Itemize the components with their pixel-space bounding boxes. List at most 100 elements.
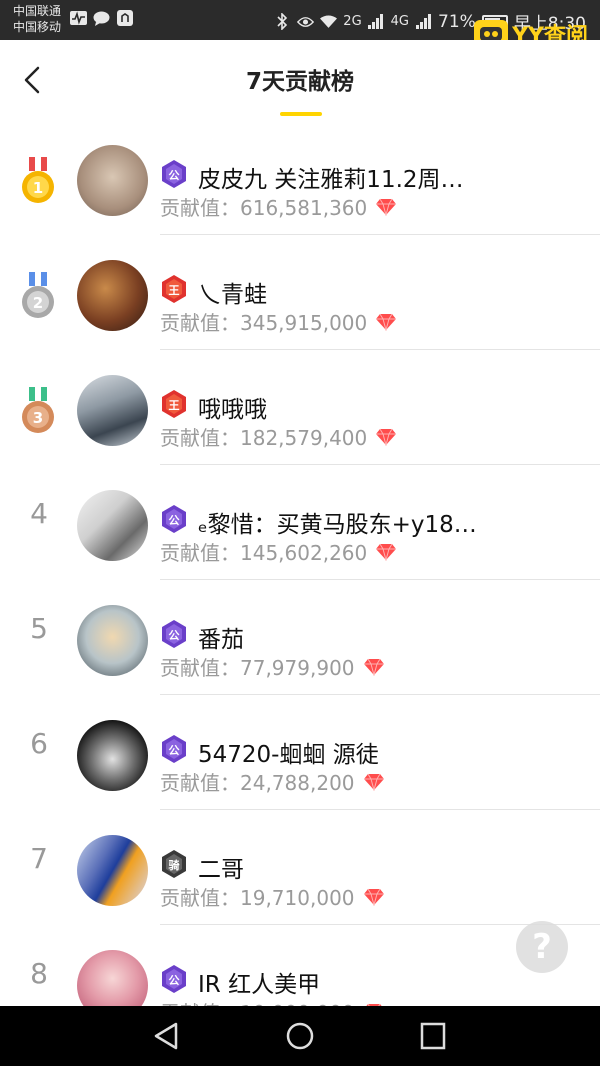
contribution-number: 24,788,200 xyxy=(240,771,355,795)
rank-medal-icon: 1 xyxy=(22,157,54,203)
svg-text:公: 公 xyxy=(169,974,180,987)
contribution-label: 贡献值： xyxy=(160,541,240,565)
rank-number: 4 xyxy=(30,497,48,530)
rank-number: 7 xyxy=(30,842,48,875)
svg-text:3: 3 xyxy=(33,409,43,427)
user-name: 乀青蛙 xyxy=(198,282,267,308)
contribution-value: 贡献值：19,710,000 xyxy=(160,882,385,911)
contribution-label: 贡献值： xyxy=(160,426,240,450)
contribution-label: 贡献值： xyxy=(160,771,240,795)
network-2g: 2G xyxy=(343,14,362,29)
list-item[interactable]: 5 公 番茄 贡献值：77,979,900 xyxy=(0,580,600,695)
nav-home-button[interactable] xyxy=(283,1020,317,1052)
avatar[interactable] xyxy=(77,720,148,791)
header: 7天贡献榜 xyxy=(0,40,600,120)
avatar[interactable] xyxy=(77,605,148,676)
rank-number: 8 xyxy=(30,957,48,990)
role-badge-icon: 王 xyxy=(162,390,186,418)
avatar[interactable] xyxy=(77,260,148,331)
list-item[interactable]: 3 王 哦哦哦 贡献值：182,579,400 xyxy=(0,350,600,465)
svg-text:2: 2 xyxy=(33,294,43,312)
list-item[interactable]: 7 骑 二哥 贡献值：19,710,000 xyxy=(0,810,600,925)
gem-icon xyxy=(376,198,397,216)
network-4g: 4G xyxy=(390,14,410,29)
svg-text:王: 王 xyxy=(169,399,180,412)
contribution-number: 616,581,360 xyxy=(240,196,368,220)
role-badge-icon: 王 xyxy=(162,275,186,303)
svg-text:王: 王 xyxy=(169,284,180,297)
role-badge-icon: 公 xyxy=(162,505,186,533)
bluetooth-icon xyxy=(274,13,291,30)
role-badge-icon: 公 xyxy=(162,965,186,993)
list-item[interactable]: 4 公 ₑ黎惜：买黄马股东+y18… 贡献值：145,602,260 xyxy=(0,465,600,580)
svg-text:公: 公 xyxy=(169,744,180,757)
role-badge-icon: 公 xyxy=(162,735,186,763)
rank-medal-icon: 3 xyxy=(22,387,54,433)
contribution-number: 19,710,000 xyxy=(240,886,355,910)
signal-icon-2 xyxy=(415,14,432,30)
user-name: ₑ黎惜：买黄马股东+y18… xyxy=(198,512,477,538)
contribution-number: 77,979,900 xyxy=(240,656,355,680)
nav-recents-button[interactable] xyxy=(416,1020,450,1052)
navigation-bar xyxy=(0,1006,600,1066)
gem-icon xyxy=(363,658,384,676)
contribution-label: 贡献值： xyxy=(160,886,240,910)
gem-icon xyxy=(376,428,397,446)
page-title: 7天贡献榜 xyxy=(245,69,354,95)
user-name: IR 红人美甲 xyxy=(198,972,321,998)
contribution-value: 贡献值：616,581,360 xyxy=(160,192,397,221)
user-name: 番茄 xyxy=(198,627,244,653)
ranking-list: 1 公 皮皮九 关注雅莉11.2周… 贡献值：616,581,360 2 王 乀… xyxy=(0,120,600,1006)
contribution-value: 贡献值：77,979,900 xyxy=(160,652,385,681)
signal-icon-1 xyxy=(368,14,385,30)
wifi-icon xyxy=(320,14,338,30)
rank-medal-icon: 2 xyxy=(22,272,54,318)
contribution-value: 贡献值：24,788,200 xyxy=(160,767,385,796)
avatar[interactable] xyxy=(77,835,148,906)
svg-text:公: 公 xyxy=(169,169,180,182)
role-badge-icon: 公 xyxy=(162,160,186,188)
avatar[interactable] xyxy=(77,950,148,1006)
role-badge-icon: 公 xyxy=(162,620,186,648)
gem-icon xyxy=(376,543,397,561)
question-icon: ? xyxy=(532,927,552,967)
list-item[interactable]: 8 公 IR 红人美甲 贡献值：10,000,000 xyxy=(0,925,600,1006)
svg-text:公: 公 xyxy=(169,629,180,642)
list-item[interactable]: 6 公 54720-蛔蛔 源徒 贡献值：24,788,200 xyxy=(0,695,600,810)
rank-number: 5 xyxy=(30,612,48,645)
list-item[interactable]: 2 王 乀青蛙 贡献值：345,915,000 xyxy=(0,235,600,350)
contribution-number: 145,602,260 xyxy=(240,541,368,565)
nav-back-button[interactable] xyxy=(150,1020,184,1052)
contribution-label: 贡献值： xyxy=(160,656,240,680)
carrier-labels: 中国联通 中国移动 xyxy=(13,3,61,35)
avatar[interactable] xyxy=(77,375,148,446)
help-button[interactable]: ? xyxy=(516,921,568,973)
carrier-1: 中国联通 xyxy=(13,4,62,18)
svg-text:骑: 骑 xyxy=(169,858,180,872)
svg-text:公: 公 xyxy=(169,514,180,527)
user-name: 哦哦哦 xyxy=(198,397,267,423)
avatar[interactable] xyxy=(77,490,148,561)
contribution-value: 贡献值：10,000,000 xyxy=(160,997,385,1006)
contribution-label: 贡献值： xyxy=(160,311,240,335)
contribution-value: 贡献值：145,602,260 xyxy=(160,537,397,566)
contribution-value: 贡献值：182,579,400 xyxy=(160,422,397,451)
svg-text:1: 1 xyxy=(33,179,43,197)
message-icon xyxy=(93,10,110,26)
user-name: 54720-蛔蛔 源徒 xyxy=(198,742,379,768)
carrier-2: 中国移动 xyxy=(13,20,62,34)
list-item[interactable]: 1 公 皮皮九 关注雅莉11.2周… 贡献值：616,581,360 xyxy=(0,120,600,235)
contribution-value: 贡献值：345,915,000 xyxy=(160,307,397,336)
role-badge-icon: 骑 xyxy=(162,850,186,878)
rank-number: 6 xyxy=(30,727,48,760)
app-notification-icon xyxy=(116,10,133,26)
eye-icon xyxy=(297,14,315,30)
avatar[interactable] xyxy=(77,145,148,216)
user-name: 二哥 xyxy=(198,857,244,883)
gem-icon xyxy=(376,313,397,331)
contribution-label: 贡献值： xyxy=(160,196,240,220)
title-underline xyxy=(280,112,322,116)
battery-percent: 71% xyxy=(438,11,476,32)
contribution-number: 345,915,000 xyxy=(240,311,368,335)
gem-icon xyxy=(363,888,384,906)
